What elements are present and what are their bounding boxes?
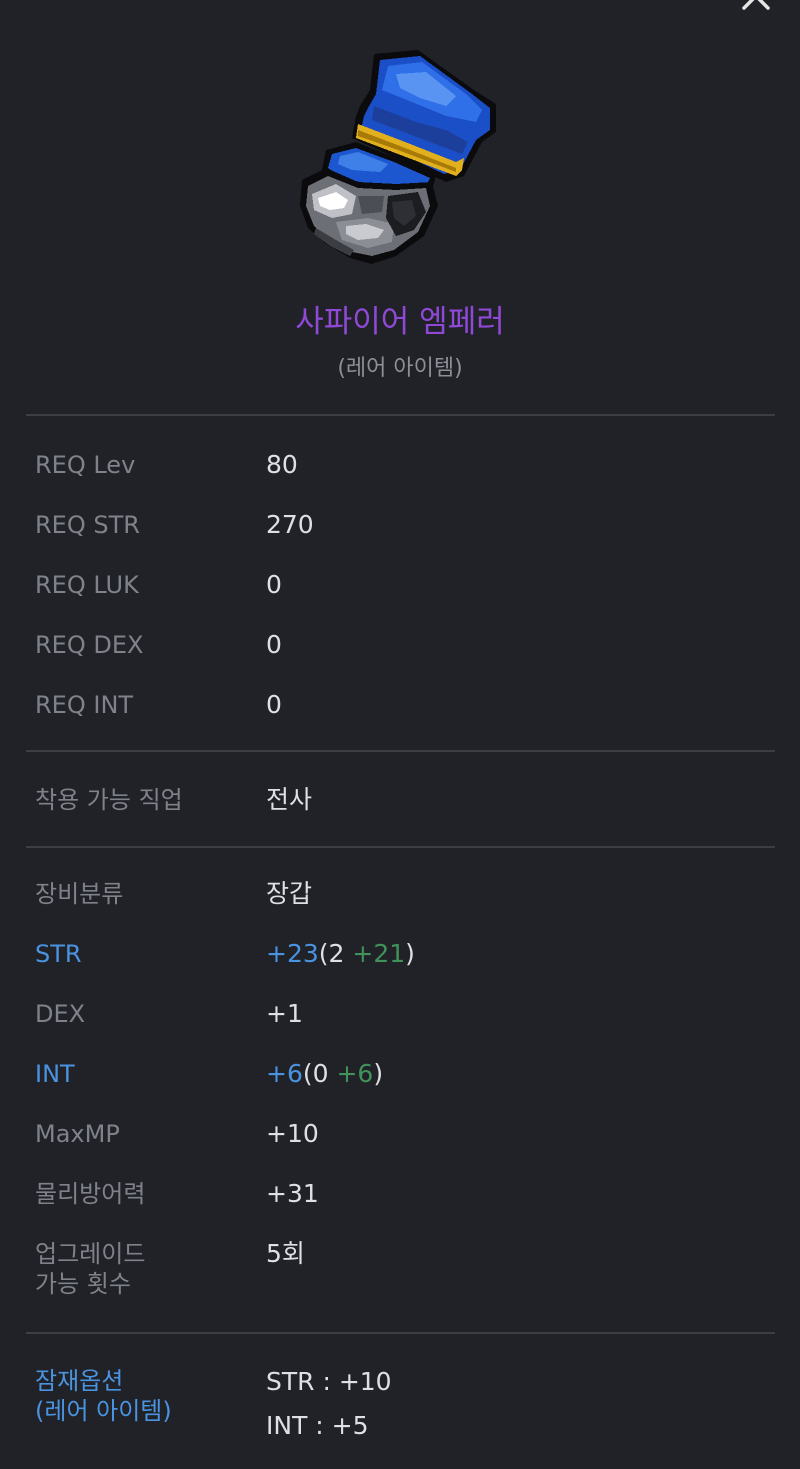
potential-row: 잠재옵션 (레어 아이템) STR : +10 INT : +5 — [35, 1366, 775, 1446]
category-value: 장갑 — [266, 879, 313, 908]
upgrade-value: 5회 — [266, 1239, 305, 1268]
category-row: 장비분류 장갑 — [35, 879, 775, 919]
int-total: +6 — [266, 1059, 303, 1088]
upgrade-label: 업그레이드 가능 횟수 — [35, 1239, 145, 1299]
int-bonus: +6 — [336, 1059, 374, 1088]
divider — [26, 846, 775, 848]
maxmp-row: MaxMP +10 — [35, 1119, 775, 1159]
divider — [26, 1332, 775, 1334]
potential-label: 잠재옵션 (레어 아이템) — [35, 1366, 172, 1426]
defense-value: +31 — [266, 1179, 319, 1208]
req-level-row: REQ Lev 80 — [35, 450, 775, 490]
str-bonus: +21 — [352, 939, 406, 968]
str-value: +23(2 +21) — [266, 939, 415, 969]
item-name: 사파이어 엠페러 — [295, 304, 505, 340]
dex-row: DEX +1 — [35, 999, 775, 1039]
req-int-value: 0 — [266, 690, 282, 719]
upgrade-label-line2: 가능 횟수 — [35, 1270, 131, 1298]
divider — [26, 750, 775, 752]
str-base: (2 — [318, 939, 345, 968]
potential-label-line1: 잠재옵션 — [35, 1367, 124, 1395]
potential-values: STR : +10 INT : +5 — [266, 1360, 392, 1448]
upgrade-label-line1: 업그레이드 — [35, 1240, 146, 1268]
maxmp-label: MaxMP — [35, 1120, 120, 1148]
job-label: 착용 가능 직업 — [35, 786, 183, 814]
int-value: +6(0 +6) — [266, 1059, 383, 1089]
req-level-value: 80 — [266, 450, 298, 479]
item-image — [296, 46, 506, 272]
potential-line: INT : +5 — [266, 1411, 369, 1440]
dex-value: +1 — [266, 999, 303, 1028]
defense-row: 물리방어력 +31 — [35, 1179, 775, 1219]
req-dex-label: REQ DEX — [35, 631, 144, 659]
req-int-label: REQ INT — [35, 691, 134, 719]
int-close: ) — [373, 1059, 384, 1088]
category-label: 장비분류 — [35, 880, 124, 908]
maxmp-value: +10 — [266, 1119, 319, 1148]
str-row: STR +23(2 +21) — [35, 939, 775, 979]
req-str-label: REQ STR — [35, 511, 140, 539]
req-dex-row: REQ DEX 0 — [35, 630, 775, 670]
req-luk-label: REQ LUK — [35, 571, 139, 599]
req-level-label: REQ Lev — [35, 451, 136, 479]
dex-label: DEX — [35, 1000, 86, 1028]
req-dex-value: 0 — [266, 630, 282, 659]
str-label: STR — [35, 940, 82, 968]
close-icon — [734, 0, 778, 14]
sapphire-emperor-glove-icon — [296, 50, 506, 272]
job-row: 착용 가능 직업 전사 — [35, 785, 775, 825]
item-rarity: (레어 아이템) — [337, 356, 463, 381]
req-luk-row: REQ LUK 0 — [35, 570, 775, 610]
str-close: ) — [405, 939, 415, 968]
req-str-value: 270 — [266, 510, 314, 539]
upgrade-row: 업그레이드 가능 횟수 5회 — [35, 1239, 775, 1303]
defense-label: 물리방어력 — [35, 1180, 146, 1208]
potential-label-line2: (레어 아이템) — [35, 1397, 172, 1425]
str-total: +23 — [266, 939, 319, 968]
int-label: INT — [35, 1060, 75, 1088]
req-int-row: REQ INT 0 — [35, 690, 775, 730]
int-base: (0 — [302, 1059, 329, 1088]
req-str-row: REQ STR 270 — [35, 510, 775, 550]
int-row: INT +6(0 +6) — [35, 1059, 775, 1099]
job-value: 전사 — [266, 785, 313, 814]
divider — [26, 414, 775, 416]
req-luk-value: 0 — [266, 570, 282, 599]
close-button[interactable] — [734, 0, 778, 14]
potential-line: STR : +10 — [266, 1367, 392, 1396]
